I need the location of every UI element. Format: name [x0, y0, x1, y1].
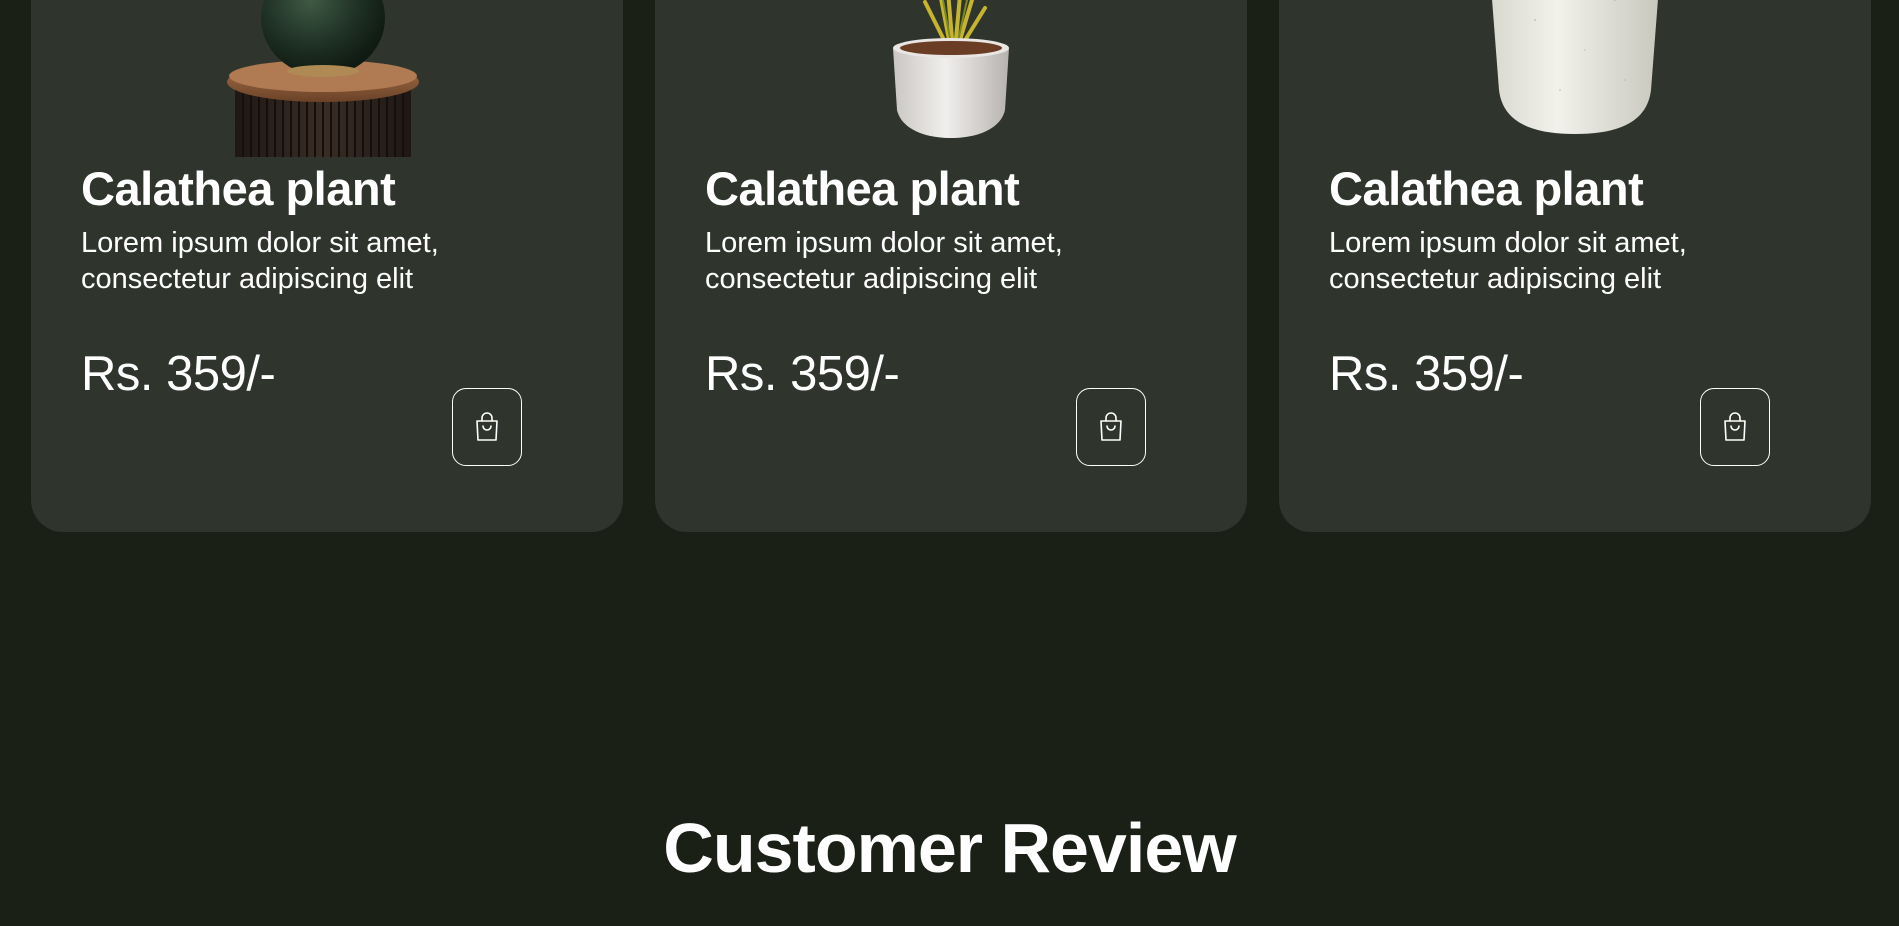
product-card-list: Calathea plant Lorem ipsum dolor sit ame…: [31, 0, 1871, 532]
customer-review-heading: Customer Review: [663, 809, 1236, 887]
shopping-bag-icon: [1724, 412, 1746, 441]
add-to-cart-button[interactable]: [1076, 388, 1146, 466]
add-to-cart-button[interactable]: [1700, 388, 1770, 466]
product-name: Calathea plant: [1329, 162, 1644, 215]
product-price: Rs. 359/-: [705, 347, 900, 401]
product-price: Rs. 359/-: [1329, 347, 1524, 401]
product-description: Lorem ipsum dolor sit amet, consectetur …: [705, 227, 1063, 295]
product-price: Rs. 359/-: [81, 347, 276, 401]
product-name: Calathea plant: [81, 162, 396, 215]
product-name: Calathea plant: [705, 162, 1020, 215]
white-pot-image: [1492, 0, 1658, 134]
product-image: [1279, 0, 1871, 157]
product-image: [655, 0, 1247, 157]
product-image: [31, 0, 623, 157]
shopping-bag-icon: [476, 412, 498, 441]
shopping-bag-icon: [1100, 412, 1122, 441]
add-to-cart-button[interactable]: [452, 388, 522, 466]
potted-plant-image: [893, 0, 1009, 138]
vase-on-table-image: [227, 0, 419, 157]
product-description: Lorem ipsum dolor sit amet, consectetur …: [1329, 227, 1687, 295]
product-card[interactable]: Calathea plant Lorem ipsum dolor sit ame…: [31, 0, 623, 532]
product-card[interactable]: Calathea plant Lorem ipsum dolor sit ame…: [1279, 0, 1871, 532]
product-card[interactable]: Calathea plant Lorem ipsum dolor sit ame…: [655, 0, 1247, 532]
product-description: Lorem ipsum dolor sit amet, consectetur …: [81, 227, 439, 295]
